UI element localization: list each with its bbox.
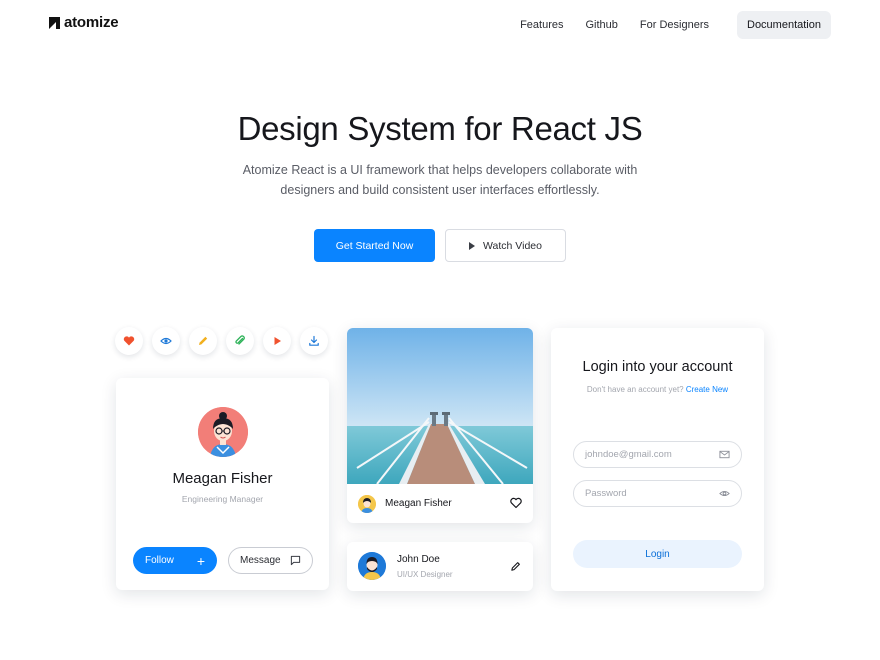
download-icon [309, 335, 319, 346]
create-new-link[interactable]: Create New [686, 385, 728, 394]
email-field[interactable]: johndoe@gmail.com [573, 441, 742, 468]
email-placeholder: johndoe@gmail.com [585, 449, 672, 460]
logo-text: atomize [64, 14, 119, 31]
play-icon [274, 337, 281, 345]
avatar-illustration-icon [358, 552, 386, 580]
hero-subtitle-line-2: designers and build consistent user inte… [280, 183, 600, 197]
message-icon [290, 555, 301, 566]
logo[interactable]: atomize [49, 14, 119, 31]
password-placeholder: Password [585, 488, 627, 499]
edit-pencil-icon[interactable] [510, 561, 521, 572]
play-button[interactable] [263, 327, 291, 355]
attachment-icon [235, 335, 245, 345]
photo-card: Meagan Fisher [347, 328, 533, 523]
play-icon [469, 241, 476, 250]
profile-card: Meagan Fisher Engineering Manager Follow… [116, 378, 329, 590]
heart-icon [123, 336, 135, 346]
watch-video-button[interactable]: Watch Video [445, 229, 566, 262]
avatar [198, 407, 248, 457]
login-title: Login into your account [582, 359, 733, 375]
photo-card-name: Meagan Fisher [385, 498, 452, 509]
hero-subtitle: Atomize React is a UI framework that hel… [230, 160, 650, 200]
eye-button[interactable] [152, 327, 180, 355]
hero-subtitle-line-1: Atomize React is a UI framework that hel… [242, 163, 638, 177]
profile-name: Meagan Fisher [172, 470, 273, 487]
profile-role: Engineering Manager [181, 494, 264, 504]
plus-icon: + [196, 552, 205, 569]
user-card: John Doe UI/UX Designer [347, 542, 533, 591]
logo-icon [49, 16, 60, 29]
avatar-illustration-icon [198, 407, 248, 457]
avatar-illustration-icon [358, 495, 376, 513]
pencil-button[interactable] [189, 327, 217, 355]
top-nav: atomize Features Github For Designers Do… [0, 0, 880, 50]
login-prompt-text: Don't have an account yet? [586, 385, 684, 394]
heart-button[interactable] [115, 327, 143, 355]
nav-links: Features Github For Designers Documentat… [520, 11, 880, 39]
pier-photo [347, 328, 533, 484]
icon-button-row [115, 327, 328, 355]
attachment-button[interactable] [226, 327, 254, 355]
hero-title: Design System for React JS [237, 110, 643, 147]
message-label: Message [240, 555, 281, 566]
heart-outline-icon[interactable] [510, 497, 522, 509]
user-card-avatar [358, 552, 386, 580]
login-card: Login into your account Don't have an ac… [551, 328, 764, 591]
follow-button[interactable]: Follow + [133, 547, 217, 574]
documentation-button[interactable]: Documentation [737, 11, 831, 39]
user-card-name: John Doe [397, 554, 440, 565]
watch-video-label: Watch Video [483, 239, 542, 252]
login-prompt: Don't have an account yet? Create New [551, 385, 764, 394]
download-button[interactable] [300, 327, 328, 355]
password-field[interactable]: Password [573, 480, 742, 507]
message-button[interactable]: Message [228, 547, 313, 574]
login-button[interactable]: Login [573, 540, 742, 568]
nav-link-features[interactable]: Features [520, 12, 563, 38]
eye-icon[interactable] [719, 488, 730, 499]
eye-icon [160, 337, 172, 345]
pencil-icon [199, 336, 208, 345]
get-started-button[interactable]: Get Started Now [314, 229, 435, 262]
nav-link-github[interactable]: Github [586, 12, 618, 38]
user-card-role: UI/UX Designer [397, 570, 453, 579]
follow-label: Follow [145, 555, 174, 566]
photo-card-avatar [358, 495, 376, 513]
nav-link-for-designers[interactable]: For Designers [640, 12, 709, 38]
mail-icon [719, 450, 730, 459]
